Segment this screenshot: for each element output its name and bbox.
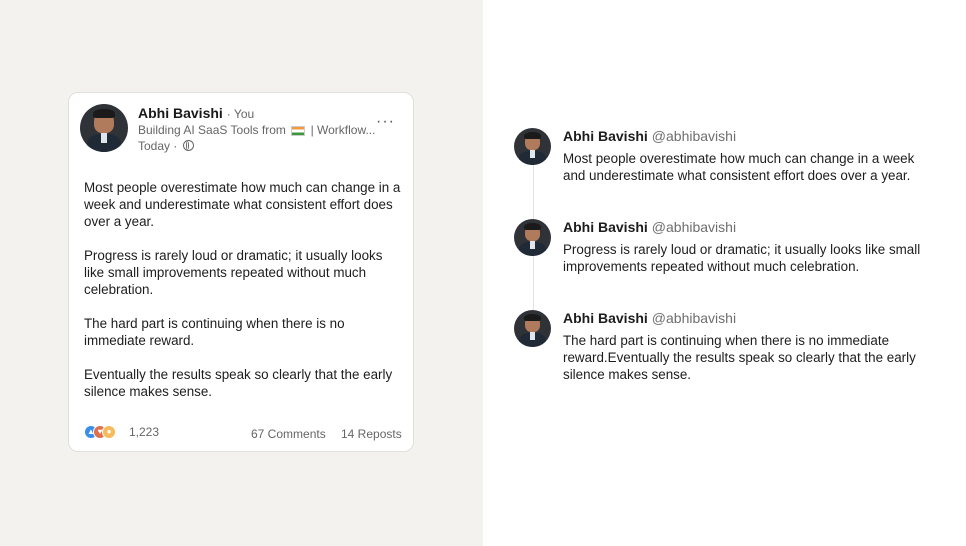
avatar[interactable] (514, 128, 551, 165)
you-label: · You (226, 107, 255, 121)
thread-post-header: Abhi Bavishi @abhibavishi (563, 310, 736, 326)
thread-post-text: Progress is rarely loud or dramatic; it … (563, 242, 921, 274)
avatar[interactable] (80, 104, 128, 152)
linkedin-preview-pane: Abhi Bavishi · You Building AI SaaS Tools… (0, 0, 483, 546)
post-paragraph: Most people overestimate how much can ch… (84, 180, 401, 229)
thread-post-header: Abhi Bavishi @abhibavishi (563, 219, 736, 235)
author-handle[interactable]: @abhibavishi (652, 310, 736, 326)
thread-post-text: Most people overestimate how much can ch… (563, 151, 915, 183)
author-handle[interactable]: @abhibavishi (652, 219, 736, 235)
india-flag-icon (291, 125, 306, 136)
reposts-count-link[interactable]: 14 Reposts (341, 427, 402, 441)
lightbulb-icon: ● (102, 425, 116, 439)
post-paragraph: Eventually the results speak so clearly … (84, 367, 393, 399)
author-handle[interactable]: @abhibavishi (652, 128, 736, 144)
reaction-icons[interactable]: ▲ ♥ ● (84, 425, 122, 441)
author-name[interactable]: Abhi Bavishi (563, 310, 648, 326)
author-name[interactable]: Abhi Bavishi (138, 105, 223, 121)
x-thread-preview-pane: Abhi Bavishi @abhibavishi Most people ove… (483, 0, 966, 546)
thread-post-header: Abhi Bavishi @abhibavishi (563, 128, 736, 144)
comments-count-link[interactable]: 67 Comments (251, 427, 326, 441)
post-time: Today · (138, 139, 178, 153)
author-name[interactable]: Abhi Bavishi (563, 219, 648, 235)
avatar[interactable] (514, 310, 551, 347)
post-meta: Today · (138, 139, 194, 153)
author-name[interactable]: Abhi Bavishi (563, 128, 648, 144)
headline-text-start: Building AI SaaS Tools from (138, 123, 286, 137)
author-headline: Building AI SaaS Tools from | Workflow..… (138, 123, 378, 137)
reaction-count[interactable]: 1,223 (129, 425, 159, 439)
author-row: Abhi Bavishi · You (138, 105, 254, 121)
headline-text-end: | Workflow... (310, 123, 376, 137)
thread-post-text: The hard part is continuing when there i… (563, 333, 916, 382)
social-counts-bar: ▲ ♥ ● 1,223 67 Comments 14 Reposts (84, 425, 402, 443)
ellipsis-icon[interactable]: ··· (376, 114, 395, 130)
avatar[interactable] (514, 219, 551, 256)
comparison-canvas: Abhi Bavishi · You Building AI SaaS Tools… (0, 0, 966, 546)
post-paragraph: Progress is rarely loud or dramatic; it … (84, 248, 383, 297)
post-body: Most people overestimate how much can ch… (84, 179, 404, 417)
post-paragraph: The hard part is continuing when there i… (84, 316, 345, 348)
linkedin-post-card: Abhi Bavishi · You Building AI SaaS Tools… (68, 92, 414, 452)
globe-icon (182, 140, 194, 151)
